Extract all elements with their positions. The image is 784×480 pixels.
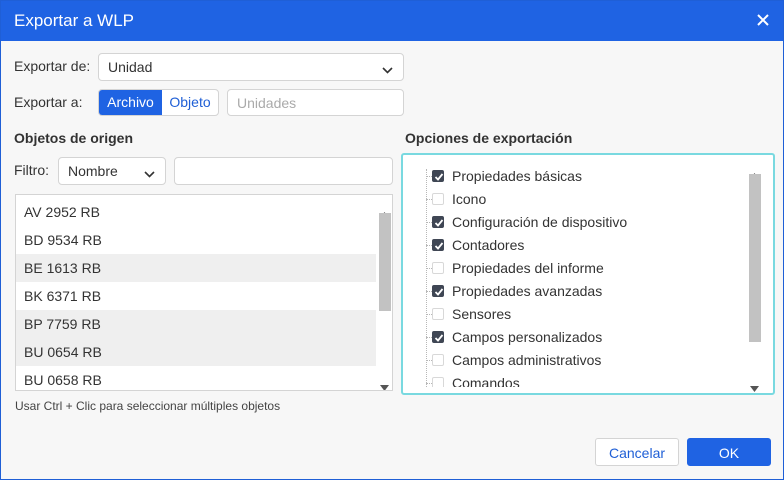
filter-label: Filtro: (14, 162, 49, 178)
checkbox-checked-icon[interactable] (432, 170, 444, 182)
list-item[interactable]: BU 0654 RB (16, 338, 376, 366)
chevron-down-icon (144, 166, 155, 178)
units-placeholder: Unidades (237, 95, 297, 111)
close-icon[interactable] (755, 12, 771, 28)
export-option-item[interactable]: Campos administrativos (409, 349, 749, 372)
export-options-tree: Propiedades básicas Icono Configuración de… (409, 161, 767, 387)
export-option-label: Propiedades avanzadas (452, 283, 603, 299)
source-objects-heading: Objetos de origen (14, 130, 134, 146)
export-option-item[interactable]: Icono (409, 188, 749, 211)
checkbox-unchecked-icon[interactable] (432, 354, 444, 366)
cancel-button[interactable]: Cancelar (595, 438, 679, 466)
filter-type-select[interactable]: Nombre (58, 157, 166, 185)
export-option-item[interactable]: Propiedades del informe (409, 257, 749, 280)
list-item[interactable]: BP 7759 RB (16, 310, 376, 338)
export-dialog: Exportar a WLP Exportar de: Unidad Expor… (0, 0, 784, 480)
checkbox-unchecked-icon[interactable] (432, 262, 444, 274)
list-item[interactable]: BD 9534 RB (16, 226, 376, 254)
export-option-item[interactable]: Comandos (409, 372, 749, 387)
multi-select-hint: Usar Ctrl + Clic para seleccionar múltip… (15, 399, 281, 413)
list-item[interactable]: AV 2952 RB (16, 198, 376, 226)
units-input[interactable]: Unidades (227, 89, 404, 116)
list-item[interactable]: BU 0658 RB (16, 366, 376, 390)
export-option-label: Icono (452, 191, 487, 207)
export-option-item[interactable]: Campos personalizados (409, 326, 749, 349)
export-to-object-option[interactable]: Objeto (162, 90, 218, 115)
checkbox-checked-icon[interactable] (432, 331, 444, 343)
export-to-file-option[interactable]: Archivo (99, 90, 162, 115)
checkbox-unchecked-icon[interactable] (432, 308, 444, 320)
export-option-item[interactable]: Propiedades básicas (409, 165, 749, 188)
export-options-heading: Opciones de exportación (405, 130, 573, 146)
export-option-label: Comandos (452, 375, 520, 387)
export-option-label: Campos personalizados (452, 329, 603, 345)
options-scrollbar[interactable] (747, 163, 762, 392)
export-option-item[interactable]: Contadores (409, 234, 749, 257)
chevron-down-icon (382, 62, 393, 74)
title-bar: Exportar a WLP (1, 1, 783, 41)
checkbox-checked-icon[interactable] (432, 285, 444, 297)
export-from-value: Unidad (108, 59, 153, 75)
scroll-down-arrow-icon[interactable] (750, 379, 759, 392)
export-option-label: Contadores (452, 237, 525, 253)
export-option-label: Configuración de dispositivo (452, 214, 628, 230)
export-option-label: Propiedades del informe (452, 260, 604, 276)
export-option-item[interactable]: Configuración de dispositivo (409, 211, 749, 234)
checkbox-checked-icon[interactable] (432, 216, 444, 228)
ok-button[interactable]: OK (687, 438, 771, 466)
source-objects-list[interactable]: AV 2952 RB BD 9534 RB BE 1613 RB BK 6371… (15, 194, 393, 391)
scroll-up-arrow-icon[interactable] (380, 205, 389, 218)
export-option-label: Sensores (452, 306, 512, 322)
list-item[interactable]: BE 1613 RB (16, 254, 376, 282)
filter-type-value: Nombre (68, 163, 118, 179)
scroll-thumb[interactable] (749, 174, 761, 342)
export-from-select[interactable]: Unidad (98, 53, 404, 81)
filter-input[interactable] (174, 157, 393, 185)
checkbox-checked-icon[interactable] (432, 239, 444, 251)
dialog-title: Exportar a WLP (14, 11, 134, 30)
checkbox-unchecked-icon[interactable] (432, 193, 444, 205)
export-options-panel: Propiedades básicas Icono Configuración de… (401, 153, 775, 395)
export-to-label: Exportar a: (14, 94, 83, 110)
scroll-up-arrow-icon[interactable] (750, 166, 759, 179)
export-from-label: Exportar de: (14, 58, 91, 74)
source-list-scrollbar[interactable] (377, 195, 392, 390)
scroll-down-arrow-icon[interactable] (380, 378, 389, 390)
list-item[interactable]: BK 6371 RB (16, 282, 376, 310)
checkbox-unchecked-icon[interactable] (432, 377, 444, 387)
export-option-label: Campos administrativos (452, 352, 602, 368)
export-option-item[interactable]: Propiedades avanzadas (409, 280, 749, 303)
export-option-label: Propiedades básicas (452, 168, 582, 184)
scroll-thumb[interactable] (379, 213, 391, 311)
export-to-toggle: Archivo Objeto (98, 89, 219, 116)
export-option-item[interactable]: Sensores (409, 303, 749, 326)
